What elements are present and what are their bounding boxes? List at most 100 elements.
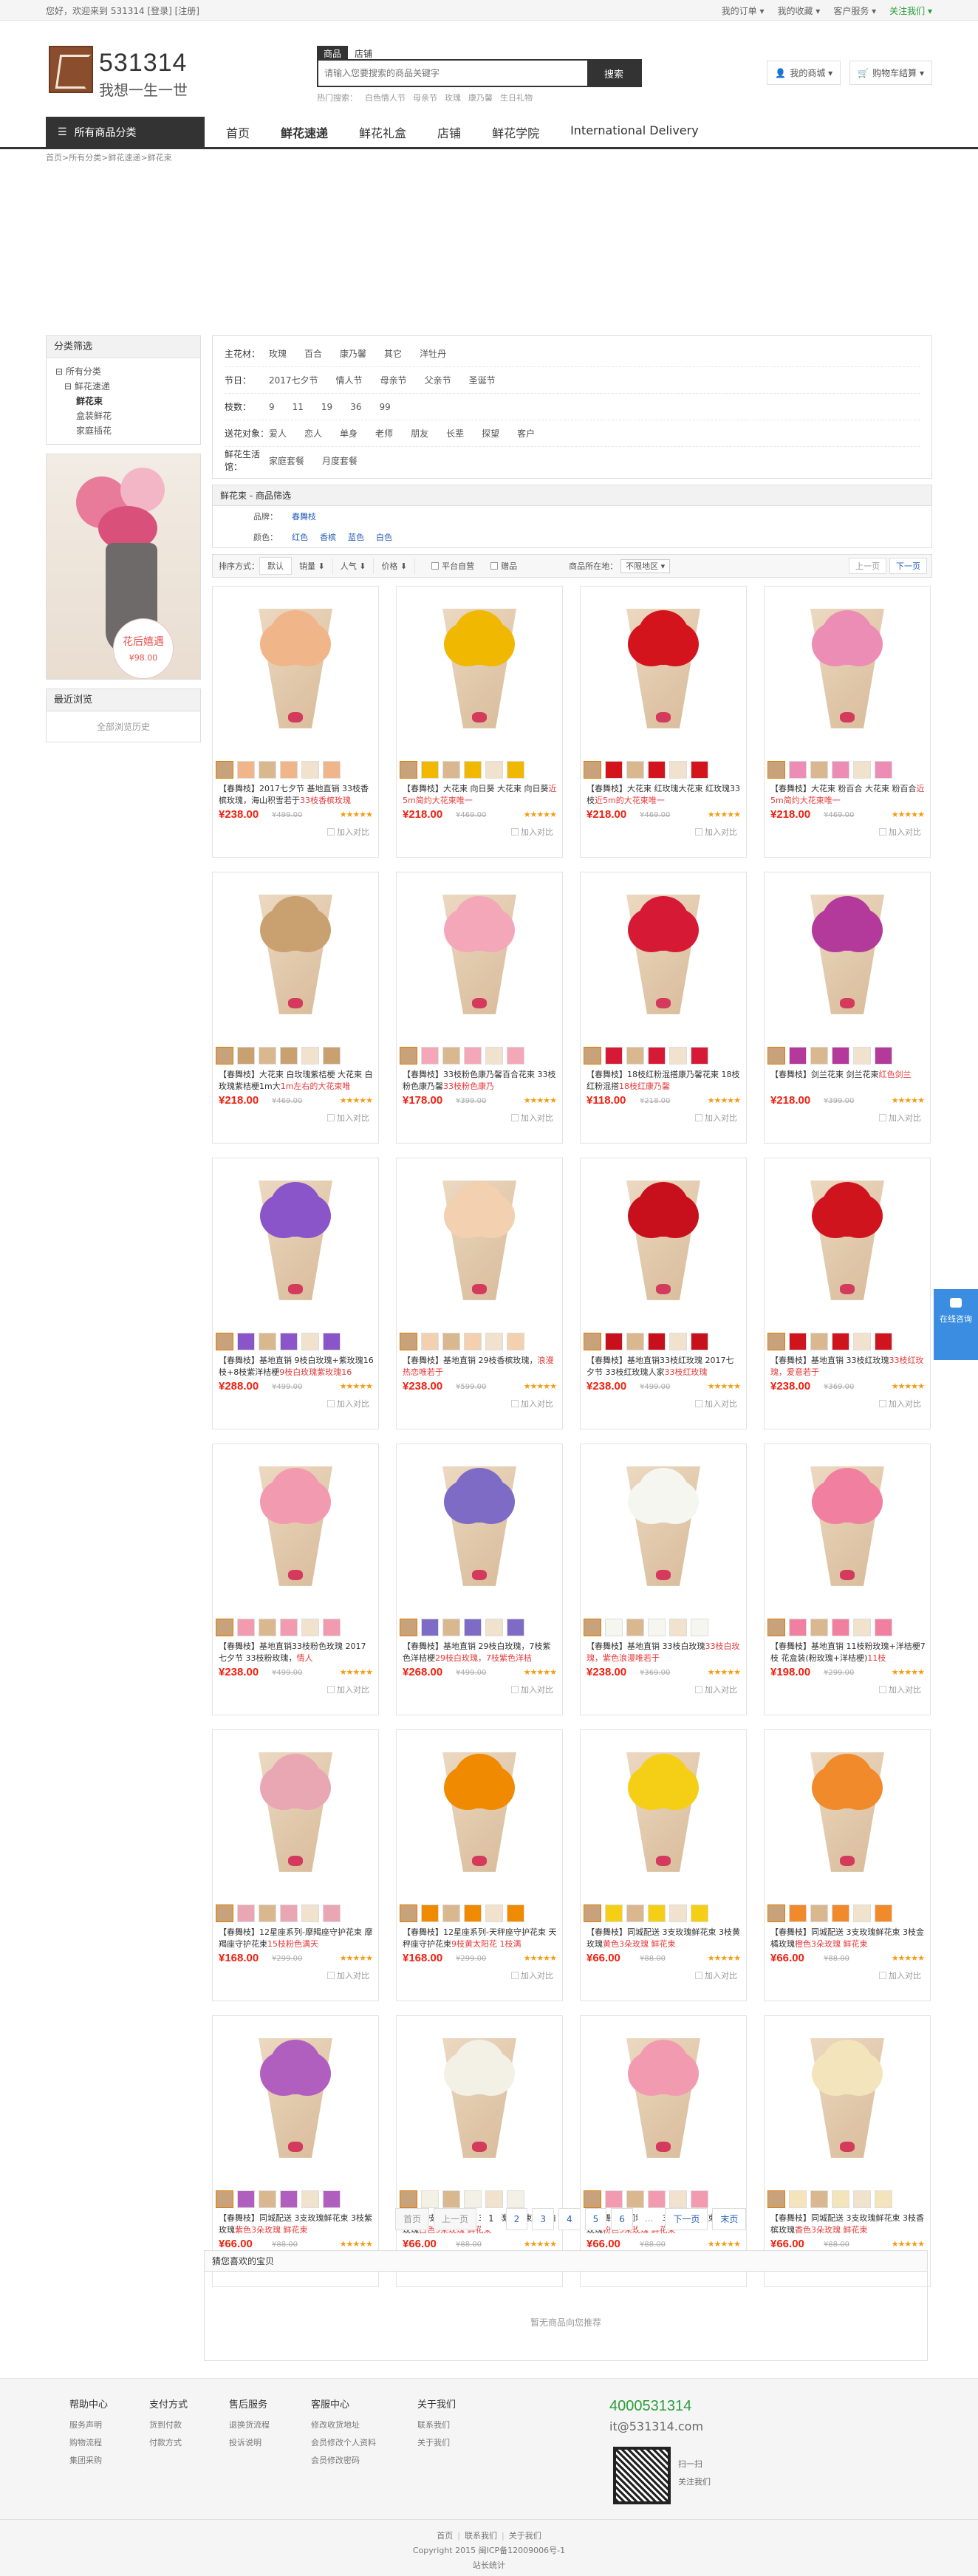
thumbnail[interactable] <box>485 761 503 779</box>
thumbnail[interactable] <box>323 1047 341 1065</box>
thumbnail[interactable] <box>237 761 255 779</box>
thumbnail[interactable] <box>323 1904 341 1922</box>
thumbnail[interactable] <box>400 1333 417 1350</box>
thumbnail[interactable] <box>259 1904 276 1922</box>
thumbnail[interactable] <box>669 761 687 779</box>
thumbnail[interactable] <box>216 1333 233 1350</box>
thumbnail[interactable] <box>421 1619 439 1636</box>
product-card[interactable]: 【春舞枝】基地直销 9枝白玫瑰+紫玫瑰16枝+8枝紫洋桔梗9枝白玫瑰紫玫瑰16 ¥… <box>212 1158 379 1429</box>
page-link[interactable]: 1 <box>481 2208 502 2230</box>
checkbox-icon[interactable] <box>695 828 702 836</box>
thumbnail[interactable] <box>648 1333 666 1350</box>
compare-checkbox[interactable]: 加入对比 <box>327 826 369 838</box>
category-tree-item[interactable]: ⊟ 鲜花速递 <box>54 379 193 394</box>
product-image[interactable] <box>584 1161 743 1327</box>
footer-link[interactable]: 关于我们 <box>417 2434 456 2452</box>
product-card[interactable]: 【春舞枝】同城配送 3支玫瑰鲜花束 3枝紫玫瑰紫色3朵玫瑰 鲜花束 ¥66.00 ¥… <box>212 2015 379 2287</box>
product-image[interactable] <box>400 1447 559 1613</box>
my-mall-button[interactable]: 👤 我的商城 ▾ <box>767 61 841 85</box>
product-card[interactable]: 【春舞枝】2017七夕节 基地直销 33枝香槟玫瑰，海山积雪若于33枝香槟玫瑰 ¥… <box>212 586 379 858</box>
thumbnail[interactable] <box>648 1904 666 1922</box>
product-card[interactable]: 【春舞枝】大花束 红玫瑰大花束 红玫瑰33枝近5m的大花束唯一 ¥218.00 ¥4… <box>580 586 747 858</box>
thumbnail[interactable] <box>810 1047 828 1065</box>
sort-option[interactable]: 销量 ⬇ <box>292 558 333 574</box>
thumbnail[interactable] <box>691 1333 708 1350</box>
thumbnail[interactable] <box>323 1619 341 1636</box>
thumbnail[interactable] <box>400 1904 417 1922</box>
thumbnail[interactable] <box>421 1904 439 1922</box>
product-title[interactable]: 【春舞枝】基地直销 9枝白玫瑰+紫玫瑰16枝+8枝紫洋桔梗9枝白玫瑰紫玫瑰16 <box>219 1355 374 1378</box>
thumbnail[interactable] <box>485 2190 503 2208</box>
product-image[interactable] <box>216 2019 375 2184</box>
thumbnail[interactable] <box>832 2190 849 2208</box>
thumbnail[interactable] <box>691 1904 708 1922</box>
checkbox-icon[interactable] <box>511 1972 519 1979</box>
hot-search-link[interactable]: 白色情人节 <box>365 92 406 103</box>
category-tree-item[interactable]: 盒装鲜花 <box>54 409 193 423</box>
online-service-button[interactable]: 在线咨询 <box>934 1289 978 1360</box>
breadcrumb-item[interactable]: 首页 <box>46 151 62 163</box>
filter-option[interactable]: 父亲节 <box>425 374 451 386</box>
page-link[interactable]: 首页 <box>395 2208 430 2230</box>
thumbnail[interactable] <box>237 2190 255 2208</box>
product-title[interactable]: 【春舞枝】基地直销 33枝白玫瑰33枝白玫瑰，紫色浪漫唯若于 <box>587 1641 742 1664</box>
thumbnail[interactable] <box>464 761 482 779</box>
thumbnail[interactable] <box>669 1047 687 1065</box>
compare-checkbox[interactable]: 加入对比 <box>327 1969 369 1981</box>
thumbnail[interactable] <box>584 2190 601 2208</box>
thumbnail[interactable] <box>237 1333 255 1350</box>
thumbnail[interactable] <box>259 1619 276 1636</box>
product-title[interactable]: 【春舞枝】大花束 红玫瑰大花束 红玫瑰33枝近5m的大花束唯一 <box>587 783 742 807</box>
thumbnail[interactable] <box>507 1047 524 1065</box>
thumbnail[interactable] <box>584 1904 601 1922</box>
nav-item[interactable]: 鲜花礼盒 <box>343 123 422 141</box>
breadcrumb-item[interactable]: 所有分类 <box>69 151 101 163</box>
thumbnail[interactable] <box>669 1333 687 1350</box>
footer-link[interactable]: 服务声明 <box>69 2416 108 2434</box>
filter-option[interactable]: 爱人 <box>269 427 287 440</box>
cart-button[interactable]: 🛒 购物车结算 ▾ <box>849 61 932 85</box>
thumbnail[interactable] <box>789 1904 807 1922</box>
thumbnail[interactable] <box>584 1619 601 1636</box>
thumbnail[interactable] <box>421 1333 439 1350</box>
thumbnail[interactable] <box>301 2190 319 2208</box>
hot-search-link[interactable]: 康乃馨 <box>468 92 493 103</box>
thumbnail[interactable] <box>669 1904 687 1922</box>
thumbnail[interactable] <box>216 2190 233 2208</box>
location-select[interactable]: 不限地区 ▾ <box>620 559 671 573</box>
thumbnail[interactable] <box>626 1904 644 1922</box>
footer-bottom-link[interactable]: 联系我们 <box>465 2531 497 2541</box>
product-image[interactable] <box>767 875 927 1041</box>
checkbox-icon[interactable] <box>879 1114 886 1121</box>
product-image[interactable] <box>767 590 927 755</box>
thumbnail[interactable] <box>442 1333 460 1350</box>
all-categories-button[interactable]: ☰ 所有商品分类 <box>46 117 205 147</box>
product-title[interactable]: 【春舞枝】18枝红粉混搭康乃馨花束 18枝红粉混搭18枝红康乃馨 <box>587 1069 742 1093</box>
footer-link[interactable]: 会员修改密码 <box>311 2452 376 2470</box>
thumbnail[interactable] <box>648 1619 666 1636</box>
history-link[interactable]: 全部浏览历史 <box>47 711 200 742</box>
thumbnail[interactable] <box>464 1333 482 1350</box>
breadcrumb-item[interactable]: 鲜花速递 <box>108 151 140 163</box>
compare-checkbox[interactable]: 加入对比 <box>695 1112 737 1124</box>
checkbox-icon[interactable] <box>879 1686 886 1693</box>
product-card[interactable]: 【春舞枝】大花束 向日葵 大花束 向日葵近5m简约大花束唯一 ¥218.00 ¥46… <box>396 586 563 858</box>
footer-link[interactable]: 货到付款 <box>149 2416 188 2434</box>
checkbox-icon[interactable] <box>695 1400 702 1407</box>
product-image[interactable] <box>584 590 743 755</box>
product-image[interactable] <box>584 875 743 1041</box>
product-title[interactable]: 【春舞枝】大花束 粉百合 大花束 粉百合近5m简约大花束唯一 <box>770 783 926 807</box>
product-title[interactable]: 【春舞枝】基地直销 11枝粉玫瑰+洋桔梗7枝 花盒装(粉玫瑰+洋桔梗)11枝 <box>770 1641 926 1664</box>
footer-link[interactable]: 退换货流程 <box>229 2416 270 2434</box>
thumbnail[interactable] <box>464 1619 482 1636</box>
footer-link[interactable]: 购物流程 <box>69 2434 108 2452</box>
thumbnail[interactable] <box>442 1904 460 1922</box>
thumbnail[interactable] <box>691 1047 708 1065</box>
screen-option[interactable]: 香槟 <box>320 531 336 543</box>
thumbnail[interactable] <box>832 1333 849 1350</box>
thumbnail[interactable] <box>301 1047 319 1065</box>
thumbnail[interactable] <box>810 2190 828 2208</box>
compare-checkbox[interactable]: 加入对比 <box>879 1112 921 1124</box>
product-title[interactable]: 【春舞枝】剑兰花束 剑兰花束红色剑兰 <box>770 1069 926 1093</box>
filter-option[interactable]: 康乃馨 <box>340 347 366 360</box>
